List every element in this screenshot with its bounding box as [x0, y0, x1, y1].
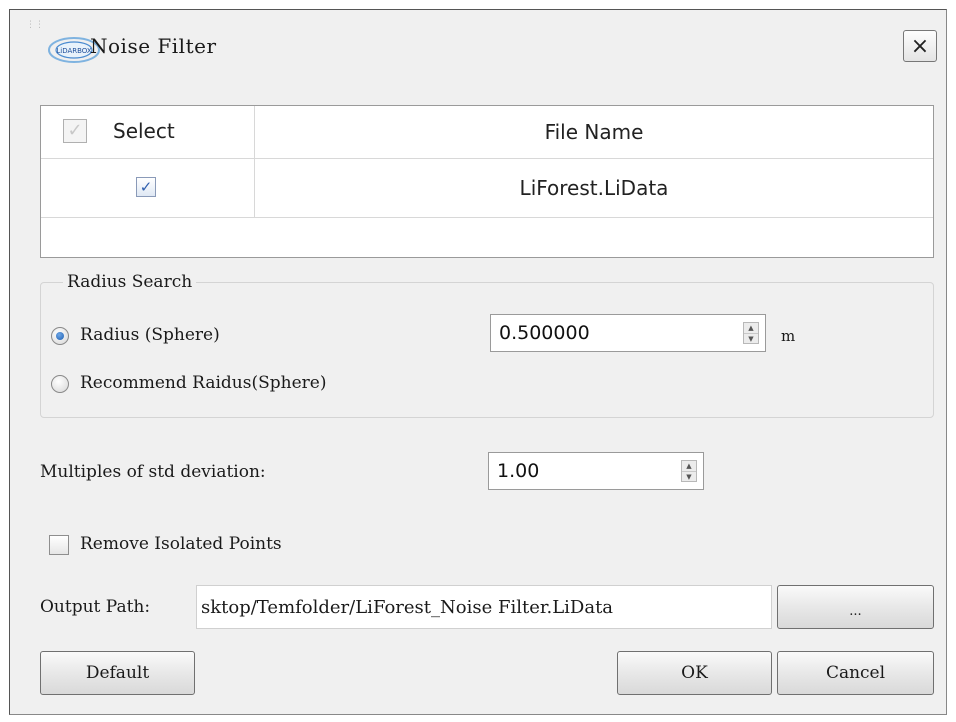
std-spin-arrows[interactable]: ▲ ▼: [681, 460, 697, 482]
radius-sphere-label: Radius (Sphere): [80, 325, 220, 345]
close-button[interactable]: ×: [903, 30, 937, 62]
default-button[interactable]: Default: [40, 651, 195, 695]
radius-search-group: [40, 282, 934, 418]
row-checkbox[interactable]: ✓: [136, 177, 156, 197]
recommend-radius-radio[interactable]: [51, 375, 69, 393]
cancel-button[interactable]: Cancel: [777, 651, 934, 695]
std-deviation-spinbox[interactable]: 1.00 ▲ ▼: [488, 452, 704, 490]
std-deviation-value: 1.00: [497, 460, 540, 482]
output-path-label: Output Path:: [40, 597, 151, 617]
output-path-input[interactable]: sktop/Temfolder/LiForest_Noise Filter.Li…: [196, 585, 772, 629]
spin-down-icon[interactable]: ▼: [744, 333, 758, 344]
header-select-cell: ✓ Select: [41, 106, 255, 158]
radius-spinbox[interactable]: 0.500000 ▲ ▼: [490, 314, 766, 352]
check-icon: ✓: [67, 120, 83, 141]
select-all-checkbox[interactable]: ✓: [63, 119, 87, 143]
recommend-radius-label: Recommend Raidus(Sphere): [80, 373, 327, 393]
header-file-name: File Name: [544, 120, 644, 144]
table-row[interactable]: ✓ LiForest.LiData: [41, 158, 933, 218]
check-icon: ✓: [139, 178, 153, 196]
browse-button[interactable]: ...: [777, 585, 934, 629]
radius-unit: m: [781, 327, 796, 345]
row-select-cell: ✓: [41, 158, 255, 217]
logo-text: LiDARBOX: [56, 47, 92, 55]
window-title: Noise Filter: [90, 34, 217, 58]
spin-up-icon[interactable]: ▲: [744, 323, 758, 333]
std-deviation-label: Multiples of std deviation:: [40, 462, 266, 482]
ok-button[interactable]: OK: [617, 651, 772, 695]
radius-search-title: Radius Search: [63, 272, 197, 292]
window-grip-icon: ⋮⋮: [26, 20, 44, 30]
header-select-label: Select: [113, 119, 175, 143]
spin-up-icon[interactable]: ▲: [682, 461, 696, 471]
row-file-name: LiForest.LiData: [519, 175, 669, 200]
radius-spin-arrows[interactable]: ▲ ▼: [743, 322, 759, 344]
file-table: ✓ Select File Name ✓ LiForest.LiData: [40, 105, 934, 258]
spin-down-icon[interactable]: ▼: [682, 471, 696, 482]
radius-value: 0.500000: [499, 322, 590, 344]
remove-isolated-label: Remove Isolated Points: [80, 534, 282, 554]
close-icon: ×: [910, 33, 930, 59]
radius-sphere-radio[interactable]: [51, 327, 69, 345]
remove-isolated-checkbox[interactable]: [49, 535, 69, 555]
table-header: ✓ Select File Name: [41, 106, 933, 159]
